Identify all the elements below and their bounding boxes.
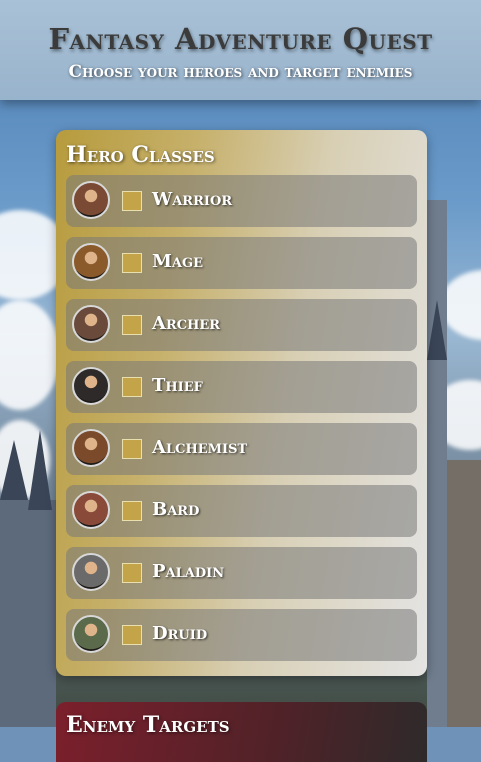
mage-portrait xyxy=(72,243,110,281)
hero-label: Alchemist xyxy=(152,437,248,458)
hero-option-archer[interactable]: Archer xyxy=(66,299,417,351)
hero-option-mage[interactable]: Mage xyxy=(66,237,417,289)
paladin-portrait xyxy=(72,553,110,591)
hero-option-thief[interactable]: Thief xyxy=(66,361,417,413)
thief-portrait xyxy=(72,367,110,405)
bard-checkbox[interactable] xyxy=(122,501,142,521)
alchemist-checkbox[interactable] xyxy=(122,439,142,459)
hero-option-alchemist[interactable]: Alchemist xyxy=(66,423,417,475)
hero-label: Mage xyxy=(152,251,204,272)
hero-label: Paladin xyxy=(152,561,225,582)
enemy-targets-title: Enemy Targets xyxy=(66,712,230,738)
hero-option-druid[interactable]: Druid xyxy=(66,609,417,661)
druid-checkbox[interactable] xyxy=(122,625,142,645)
thief-checkbox[interactable] xyxy=(122,377,142,397)
hero-classes-title: Hero Classes xyxy=(66,142,215,168)
bard-portrait xyxy=(72,491,110,529)
druid-portrait xyxy=(72,615,110,653)
page-subtitle: Choose your heroes and target enemies xyxy=(68,62,413,82)
alchemist-portrait xyxy=(72,429,110,467)
page-title: Fantasy Adventure Quest xyxy=(48,22,433,56)
hero-label: Archer xyxy=(152,313,221,334)
hero-label: Druid xyxy=(152,623,208,644)
paladin-checkbox[interactable] xyxy=(122,563,142,583)
warrior-checkbox[interactable] xyxy=(122,191,142,211)
hero-classes-panel: Hero Classes Warrior Mage Archer Thief A… xyxy=(56,130,427,676)
archer-portrait xyxy=(72,305,110,343)
hero-option-bard[interactable]: Bard xyxy=(66,485,417,537)
mage-checkbox[interactable] xyxy=(122,253,142,273)
hero-option-warrior[interactable]: Warrior xyxy=(66,175,417,227)
hero-label: Warrior xyxy=(152,189,233,210)
app-header: Fantasy Adventure Quest Choose your hero… xyxy=(0,0,481,100)
warrior-portrait xyxy=(72,181,110,219)
enemy-targets-panel: Enemy Targets xyxy=(56,702,427,762)
hero-label: Thief xyxy=(152,375,203,396)
hero-label: Bard xyxy=(152,499,200,520)
hero-option-paladin[interactable]: Paladin xyxy=(66,547,417,599)
hero-list: Warrior Mage Archer Thief Alchemist Bard xyxy=(66,175,417,671)
archer-checkbox[interactable] xyxy=(122,315,142,335)
